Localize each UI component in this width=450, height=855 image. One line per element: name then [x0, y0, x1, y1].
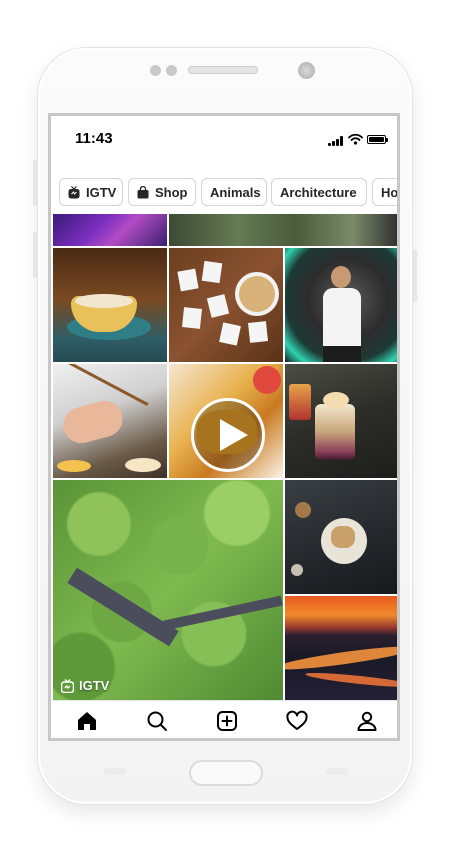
grid-photo-portrait[interactable] [285, 248, 397, 362]
chip-igtv[interactable]: IGTV [59, 178, 123, 206]
grid-photo-dark-dessert[interactable] [285, 480, 397, 594]
grid-photo-sunset[interactable] [285, 596, 397, 700]
shopping-bag-icon [137, 185, 149, 198]
grid-photo-chef[interactable] [53, 364, 167, 478]
chip-label: Architecture [280, 184, 357, 200]
phone-home-button[interactable] [189, 760, 263, 786]
chip-animals[interactable]: Animals [201, 178, 267, 206]
battery-icon [367, 135, 388, 144]
front-camera [298, 62, 315, 79]
phone-side-button [413, 250, 417, 302]
explore-grid[interactable]: IGTV [53, 214, 397, 700]
sensor-dot [166, 65, 177, 76]
status-time: 11:43 [75, 130, 113, 147]
chip-shop[interactable]: Shop [128, 178, 196, 206]
chip-label: Animals [210, 184, 261, 200]
grid-igtv-forest[interactable] [53, 480, 283, 700]
grid-photo-latte-photos[interactable] [169, 248, 283, 362]
wifi-icon [348, 133, 363, 145]
igtv-icon [68, 185, 80, 198]
phone-recents-key [104, 768, 126, 775]
play-icon[interactable] [191, 398, 265, 472]
igtv-icon [61, 678, 74, 693]
signal-icon [328, 136, 344, 146]
status-bar: 11:43 [51, 116, 397, 162]
heart-icon[interactable] [285, 709, 309, 733]
chip-home-partial[interactable]: Ho [372, 178, 399, 206]
topic-chip-bar[interactable]: IGTV Shop Animals Architecture Ho [51, 178, 397, 210]
grid-photo-parfait[interactable] [285, 364, 397, 478]
grid-photo[interactable] [169, 214, 397, 246]
search-icon[interactable] [145, 709, 169, 733]
igtv-badge: IGTV [61, 678, 109, 693]
app-screen: 11:43 IGTV Shop Animals Architecture Ho … [48, 113, 400, 741]
sensor-dot [150, 65, 161, 76]
earpiece-speaker [188, 66, 258, 74]
home-icon[interactable] [75, 709, 99, 733]
grid-photo-coffee[interactable] [53, 248, 167, 362]
chip-architecture[interactable]: Architecture [271, 178, 367, 206]
chip-label: IGTV [86, 184, 117, 200]
grid-photo[interactable] [53, 214, 167, 246]
igtv-badge-label: IGTV [79, 678, 110, 693]
chip-label: Shop [155, 184, 188, 200]
profile-icon[interactable] [355, 709, 379, 733]
phone-side-button [33, 232, 37, 278]
bottom-tab-bar [51, 700, 397, 738]
chip-label: Ho [381, 184, 399, 200]
phone-side-button [33, 160, 37, 206]
phone-back-key [326, 768, 348, 775]
plus-square-icon[interactable] [215, 709, 239, 733]
